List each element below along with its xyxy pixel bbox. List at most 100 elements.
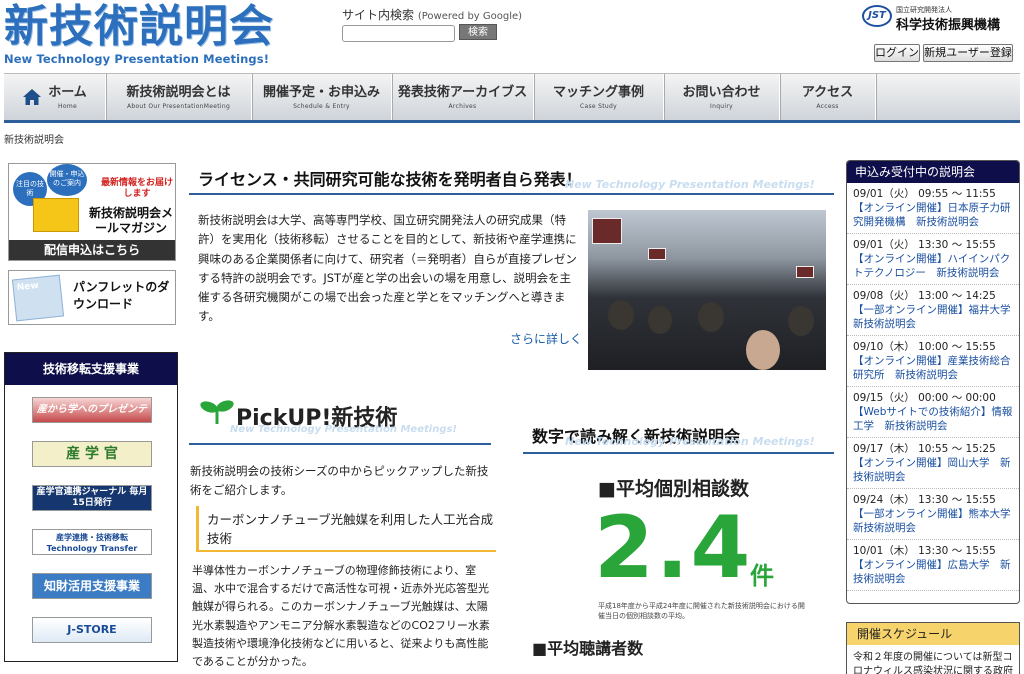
stat-consultations-value: 2.4 xyxy=(594,498,753,598)
search-powered: (Powered by Google) xyxy=(417,11,523,22)
divider xyxy=(523,452,834,454)
event-item: 09/10（木） 10:00 ～ 15:55 【オンライン開催】産業技術総合研究… xyxy=(847,336,1019,387)
nav-archives[interactable]: 発表技術アーカイブス Archives xyxy=(392,74,534,120)
nav-home[interactable]: ホーム Home xyxy=(4,74,106,120)
event-item: 09/01（火） 13:30 ～ 15:55 【オンライン開催】ハイインパクトテ… xyxy=(847,234,1019,285)
event-date: 09/24（木） 13:30 ～ 15:55 xyxy=(853,494,996,506)
event-link[interactable]: 【一部オンライン開催】熊本大学 新技術説明会 xyxy=(853,508,1019,534)
event-link[interactable]: 【オンライン開催】産業技術総合研究所 新技術説明会 xyxy=(853,355,1011,381)
nav-access[interactable]: アクセス Access xyxy=(780,74,876,120)
jst-logo[interactable]: JST 国立研究開発法人 科学技術振興機構 xyxy=(862,5,1012,33)
mail-magazine-signup: 配信申込はこちら xyxy=(9,240,175,260)
photo-person xyxy=(698,302,724,332)
event-link[interactable]: 【オンライン開催】ハイインパクトテクノロジー 新技術説明会 xyxy=(853,253,1010,279)
event-date: 09/10（木） 10:00 ～ 15:55 xyxy=(853,341,996,353)
pamphlet-title: パンフレットのダウンロード xyxy=(73,280,170,311)
stat-consultations-unit: 件 xyxy=(750,562,774,590)
read-more-link[interactable]: さらに詳しく xyxy=(510,330,582,347)
nav-sublabel: Archives xyxy=(448,103,477,110)
nav-label: お問い合わせ xyxy=(682,85,761,100)
nav-label: マッチング事例 xyxy=(552,85,644,100)
photo-screen xyxy=(796,266,814,278)
schedule-plan-box: 開催スケジュール 令和２年度の開催については新型コロナウィルス感染状況に関する政… xyxy=(846,622,1020,674)
sprout-icon xyxy=(200,400,234,424)
event-item: 09/24（木） 13:30 ～ 15:55 【一部オンライン開催】熊本大学 新… xyxy=(847,489,1019,540)
nav-sublabel: Access xyxy=(816,103,839,110)
pickup-watermark: New Technology Presentation Meetings! xyxy=(230,424,457,435)
banner-technology-transfer[interactable]: 産学連携・技術移転 Technology Transfer xyxy=(32,529,152,555)
photo-person xyxy=(746,330,780,370)
event-date: 09/17（木） 10:55 ～ 15:25 xyxy=(853,443,996,455)
nav-sublabel: About Our PresentationMeeting xyxy=(126,103,231,110)
nav-about[interactable]: 新技術説明会とは About Our PresentationMeeting xyxy=(106,74,252,120)
pickup-article-title[interactable]: カーボンナノチューブ光触媒を利用した人工光合成技術 xyxy=(196,506,496,552)
pamphlet-icon-label: New xyxy=(16,280,40,294)
event-item: 09/15（火） 00:00 ～ 00:00 【Webサイトでの技術紹介】情報工… xyxy=(847,387,1019,438)
nav-label: 発表技術アーカイブス xyxy=(397,85,528,100)
banner-ip-support[interactable]: 知財活用支援事業 xyxy=(32,573,152,599)
lead-text: 新技術説明会は大学、高等専門学校、国立研究開発法人の研究成果（特許）を実用化（技… xyxy=(198,213,577,324)
register-button[interactable]: 新規ユーザー登録 xyxy=(923,44,1013,62)
seminar-photo xyxy=(588,210,826,370)
logo-title: 新技術説明会 xyxy=(4,2,274,51)
nav-label: ホーム xyxy=(48,84,87,100)
open-events-title: 申込み受付中の説明会 xyxy=(847,161,1019,183)
nav-label: 開催予定・お申込み xyxy=(262,85,380,100)
divider xyxy=(189,443,491,445)
mail-magazine-title: 新技術説明会メールマガジン xyxy=(88,206,173,235)
nav-inquiry[interactable]: お問い合わせ Inquiry xyxy=(664,74,780,120)
event-date: 09/01（火） 09:55 ～ 11:55 xyxy=(853,188,996,200)
logo-subtitle: New Technology Presentation Meetings! xyxy=(4,52,270,66)
breadcrumb: 新技術説明会 xyxy=(4,135,64,146)
site-logo[interactable]: 新技術説明会 New Technology Presentation Meeti… xyxy=(4,2,284,68)
pamphlet-icon: New xyxy=(11,274,65,322)
nav-case-study[interactable]: マッチング事例 Case Study xyxy=(534,74,664,120)
schedule-plan-text: 令和２年度の開催については新型コロナウィルス感染状況に関する政府 xyxy=(853,652,1013,674)
nav-schedule[interactable]: 開催予定・お申込み Schedule & Entry xyxy=(252,74,392,120)
nav-sublabel: Schedule & Entry xyxy=(293,103,350,110)
event-date: 09/15（火） 00:00 ～ 00:00 xyxy=(853,392,996,404)
tech-transfer-title: 技術移転支援事業 xyxy=(5,353,177,385)
photo-screen xyxy=(592,218,622,244)
event-link[interactable]: 【一部オンライン開催】福井大学 新技術説明会 xyxy=(853,304,1019,330)
pickup-article-body: 半導体性カーボンナノチューブの物理修飾技術により、室温、水中で混合するだけで高活… xyxy=(192,564,490,669)
pamphlet-banner[interactable]: New パンフレットのダウンロード xyxy=(8,270,176,325)
open-events-box: 申込み受付中の説明会 09/01（火） 09:55 ～ 11:55 【オンライン… xyxy=(846,160,1020,604)
lead-heading: ライセンス・共同研究可能な技術を発明者自ら発表！ xyxy=(198,170,582,189)
pickup-logo: PickUP!新技術 New Technology Presentation M… xyxy=(200,394,457,435)
event-link[interactable]: 【オンライン開催】日本原子力研究開発機構 新技術説明会 xyxy=(853,202,1011,228)
jst-mark-icon: JST xyxy=(862,5,892,27)
search-label: サイト内検索 (Powered by Google) xyxy=(342,6,522,23)
event-link[interactable]: 【Webサイトでの技術紹介】情報工学 新技術説明会 xyxy=(853,406,1012,432)
event-link[interactable]: 【オンライン開催】広島大学 新技術説明会 xyxy=(853,559,1011,585)
event-item: 10/01（木） 13:30 ～ 15:55 【オンライン開催】広島大学 新技術… xyxy=(847,540,1019,591)
stat-consultations-label: ■平均個別相談数 xyxy=(598,478,749,500)
banner-j-store[interactable]: J-STORE xyxy=(32,617,152,643)
event-item: 09/17（木） 10:55 ～ 15:25 【オンライン開催】岡山大学 新技術… xyxy=(847,438,1019,489)
search-button[interactable]: 検索 xyxy=(459,24,497,40)
home-icon xyxy=(23,89,42,105)
event-date: 10/01（木） 13:30 ～ 15:55 xyxy=(853,545,996,557)
event-item: 09/08（火） 13:00 ～ 14:25 【一部オンライン開催】福井大学 新… xyxy=(847,285,1019,336)
banner-journal[interactable]: 産学官連携ジャーナル 毎月15日発行 xyxy=(32,485,152,511)
banner-industry-to-academia[interactable]: 産から学へのプレゼンテーション xyxy=(32,397,152,439)
event-item: 09/01（火） 09:55 ～ 11:55 【オンライン開催】日本原子力研究開… xyxy=(847,183,1019,234)
search-label-text: サイト内検索 xyxy=(342,8,415,22)
login-button[interactable]: ログイン xyxy=(874,44,920,62)
banner-sangakukan[interactable]: 産 学 官 xyxy=(32,441,152,467)
badge-schedule: 開催・申込のご案内 xyxy=(47,164,87,196)
page: 新技術説明会 New Technology Presentation Meeti… xyxy=(0,0,1024,674)
tech-transfer-box: 技術移転支援事業 産から学へのプレゼンテーション 産 学 官 産学官連携ジャーナ… xyxy=(4,352,178,662)
photo-person xyxy=(648,306,672,334)
lead-heading-watermark: New Technology Presentation Meetings! xyxy=(565,178,815,191)
nav-sublabel: Home xyxy=(58,102,77,110)
stat-consultations-note: 平成18年度から平成24年度に開催された新技術説明会における開催当日の個別相談数… xyxy=(598,602,805,620)
main-nav: ホーム Home 新技術説明会とは About Our Presentation… xyxy=(4,73,1020,123)
mail-magazine-banner[interactable]: 注目の技術 開催・申込のご案内 最新情報をお届けします 新技術説明会メールマガジ… xyxy=(8,163,176,261)
search-input[interactable] xyxy=(342,25,455,42)
envelope-icon xyxy=(33,198,79,232)
event-link[interactable]: 【オンライン開催】岡山大学 新技術説明会 xyxy=(853,457,1011,483)
photo-person xyxy=(608,300,634,330)
nav-label: アクセス xyxy=(801,85,854,100)
nav-sublabel: Inquiry xyxy=(710,103,733,110)
